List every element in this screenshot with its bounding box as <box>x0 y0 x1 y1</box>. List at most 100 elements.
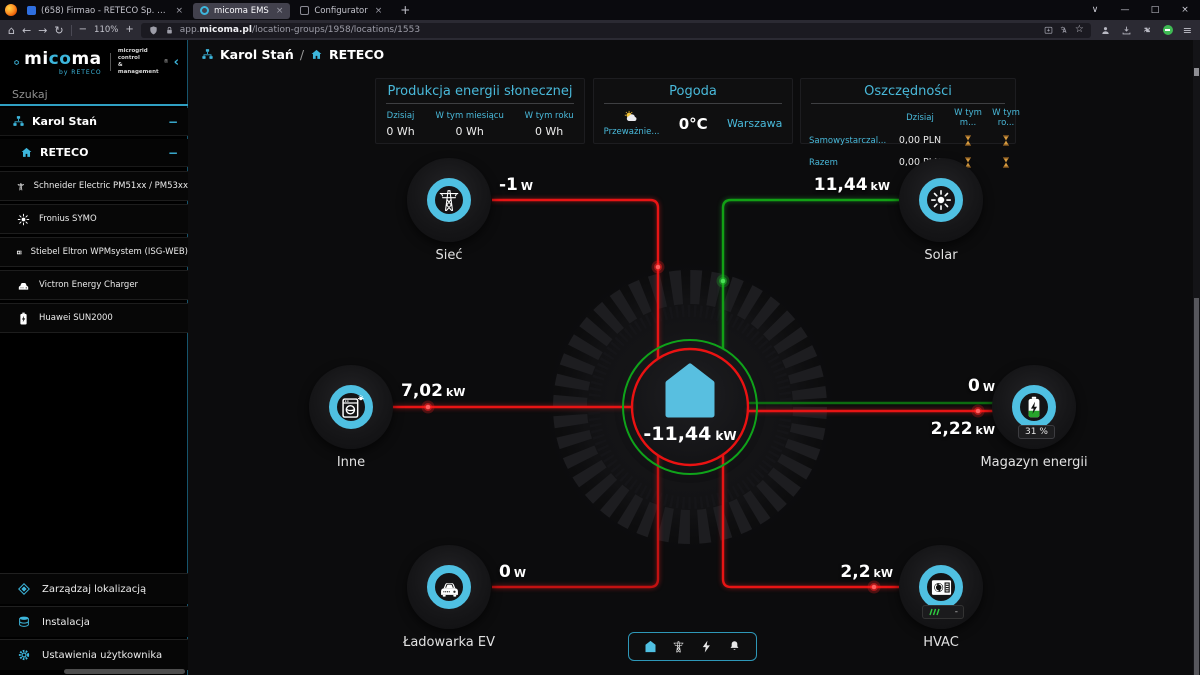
grid-node-label: Sieć <box>369 248 529 263</box>
view-toolbar <box>628 632 757 661</box>
energy-view-icon[interactable] <box>699 639 714 654</box>
heatpump-icon <box>928 574 955 601</box>
tree-item-location[interactable]: RETECO − <box>0 139 188 167</box>
tab-firmao[interactable]: (658) Firmao - RETECO Sp. z o... × <box>20 3 190 19</box>
gear-icon <box>17 648 31 662</box>
minimize-icon[interactable]: — <box>1110 5 1140 15</box>
reload-icon[interactable]: ↻ <box>54 25 63 36</box>
shield-icon[interactable] <box>148 25 159 36</box>
extension-puzzle-icon[interactable] <box>1142 25 1153 36</box>
device-item-huawei[interactable]: Huawei SUN2000 <box>0 303 188 333</box>
zoom-out-icon[interactable]: − <box>79 25 87 35</box>
footer-item-label: Zarządzaj lokalizacją <box>42 584 146 595</box>
device-label: Huawei SUN2000 <box>39 313 113 323</box>
window-controls: ∨ — □ × <box>1080 5 1200 15</box>
pylon-icon <box>435 186 463 214</box>
tree-item-user[interactable]: Karol Stań − <box>0 108 188 136</box>
close-window-icon[interactable]: × <box>1170 5 1200 15</box>
device-label: Schneider Electric PM51xx / PM53xx <box>34 181 188 191</box>
grid-node[interactable] <box>407 158 491 242</box>
bookmark-star-icon[interactable]: ☆ <box>1075 25 1084 35</box>
list-tabs-icon[interactable]: ∨ <box>1080 5 1110 15</box>
energy-flow-diagram <box>189 40 1200 675</box>
device-item-victron[interactable]: Victron Energy Charger <box>0 270 188 300</box>
device-item-stiebel[interactable]: Stiebel Eltron WPMsystem (ISG-WEB) <box>0 237 188 267</box>
device-label: Fronius SYMO <box>39 214 97 224</box>
download-icon[interactable] <box>1121 25 1132 36</box>
ev-power-value: 0W <box>499 562 526 582</box>
ev-charger-node[interactable] <box>407 545 491 629</box>
firefox-icon[interactable] <box>5 4 17 16</box>
new-tab-button[interactable]: + <box>392 3 418 17</box>
url-bar[interactable]: app.micoma.pl/location-groups/1958/locat… <box>141 23 1091 38</box>
battery-icon <box>16 311 31 326</box>
hvac-power-value: 2,2kW <box>753 562 893 582</box>
device-label: Victron Energy Charger <box>39 280 138 290</box>
adblock-extension-icon[interactable] <box>1163 25 1173 35</box>
user-settings-item[interactable]: Ustawienia użytkownika <box>0 639 188 670</box>
storage-import-value: 2,22kW <box>855 419 995 439</box>
brand-wordmark: micoma by RETECO <box>24 49 102 76</box>
tree-item-label: Karol Stań <box>32 115 97 128</box>
other-flow-dot <box>422 401 435 414</box>
home-view-icon[interactable] <box>643 639 658 654</box>
brand-tagline: microgrid control & management <box>118 48 159 76</box>
sidebar: micoma by RETECO microgrid control & man… <box>0 40 188 675</box>
diamond-icon <box>17 582 31 596</box>
browser-home-icon[interactable]: ⌂ <box>8 25 15 36</box>
lock-icon[interactable] <box>164 25 175 36</box>
browser-nav-bar: ⌂ ← → ↻ − 110% + app.micoma.pl/location-… <box>0 20 1200 40</box>
hvac-status-badge: - <box>922 605 964 619</box>
washing-machine-icon <box>338 394 365 421</box>
firmao-favicon-icon <box>27 6 36 15</box>
manage-location-item[interactable]: Zarządzaj lokalizacją <box>0 573 188 604</box>
collapse-icon[interactable]: − <box>168 115 178 129</box>
close-tab-icon[interactable]: × <box>276 6 284 16</box>
close-tab-icon[interactable]: × <box>175 6 183 16</box>
url-text[interactable]: app.micoma.pl/location-groups/1958/locat… <box>180 25 420 35</box>
other-node[interactable] <box>309 365 393 449</box>
collapse-icon[interactable]: − <box>168 146 178 160</box>
installation-item[interactable]: Instalacja <box>0 606 188 637</box>
zoom-in-icon[interactable]: + <box>125 25 133 35</box>
registered-mark: ® <box>164 59 169 65</box>
main-scrollbar-top[interactable] <box>1194 68 1199 76</box>
heating-bars-icon <box>928 608 940 616</box>
search-input[interactable]: Szukaj <box>0 88 188 106</box>
sun-icon <box>16 212 31 227</box>
home-power-value: -11,44kW <box>600 423 780 445</box>
tab-title: micoma EMS <box>214 6 269 16</box>
sidebar-collapse-icon[interactable]: ‹ <box>174 55 179 70</box>
battery-charge-icon <box>1021 394 1047 420</box>
battery-charge-badge: 31 % <box>1018 425 1055 439</box>
tab-configurator[interactable]: Configurator × <box>293 3 389 19</box>
screenshot-icon[interactable] <box>1043 25 1054 36</box>
zoom-level[interactable]: 110% <box>94 25 118 35</box>
solar-power-value: 11,44kW <box>750 175 890 195</box>
heatpump-icon <box>16 245 23 260</box>
translate-icon[interactable] <box>1059 25 1070 36</box>
back-icon[interactable]: ← <box>22 25 31 36</box>
other-node-ring <box>329 385 373 429</box>
close-tab-icon[interactable]: × <box>375 6 383 16</box>
ev-node-ring <box>427 565 471 609</box>
maximize-icon[interactable]: □ <box>1140 5 1170 15</box>
sidebar-horizontal-scrollbar[interactable] <box>64 669 185 674</box>
solar-node[interactable] <box>899 158 983 242</box>
car-icon <box>436 574 463 601</box>
device-item-fronius[interactable]: Fronius SYMO <box>0 204 188 234</box>
main-scrollbar-thumb[interactable] <box>1194 298 1199 675</box>
sun-icon <box>928 187 954 213</box>
car-icon <box>16 278 31 293</box>
forward-icon[interactable]: → <box>38 25 47 36</box>
tab-micoma-ems[interactable]: micoma EMS × <box>193 3 290 19</box>
nav-right-icons: ≡ <box>1100 25 1192 36</box>
organization-icon <box>12 115 25 128</box>
alerts-bell-icon[interactable] <box>727 639 742 654</box>
configurator-favicon-icon <box>300 6 309 15</box>
menu-icon[interactable]: ≡ <box>1183 25 1192 36</box>
grid-view-icon[interactable] <box>671 639 686 654</box>
footer-item-label: Instalacja <box>42 617 90 628</box>
device-item-schneider[interactable]: Schneider Electric PM51xx / PM53xx <box>0 171 188 201</box>
account-icon[interactable] <box>1100 25 1111 36</box>
